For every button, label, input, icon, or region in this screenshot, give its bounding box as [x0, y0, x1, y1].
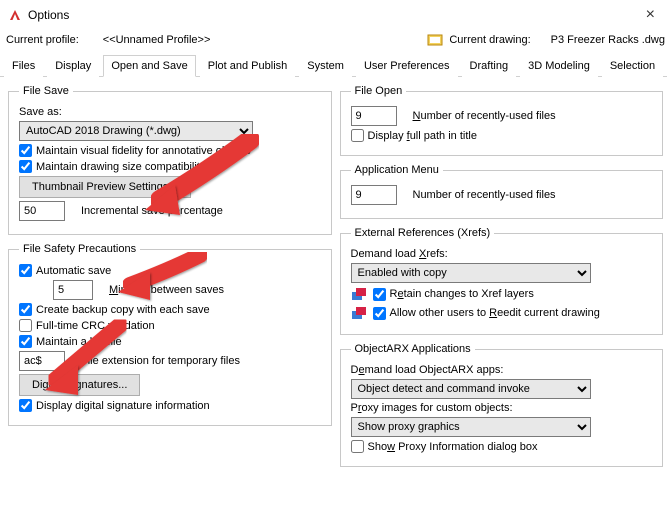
tab-display[interactable]: Display [47, 55, 99, 77]
current-drawing-label: Current drawing: [449, 34, 530, 46]
tab-selection[interactable]: Selection [602, 55, 663, 77]
incremental-save-input[interactable] [19, 201, 65, 221]
display-signature-checkbox[interactable]: Display digital signature information [19, 399, 210, 412]
crc-validation-checkbox[interactable]: Full-time CRC validation [19, 319, 155, 332]
tab-system[interactable]: System [299, 55, 352, 77]
automatic-save-checkbox[interactable]: Automatic save [19, 264, 111, 277]
group-file-save: File Save Save as: AutoCAD 2018 Drawing … [8, 85, 332, 235]
proxy-images-select[interactable]: Show proxy graphics [351, 417, 591, 437]
automatic-save-input[interactable] [19, 264, 32, 277]
crc-validation-input[interactable] [19, 319, 32, 332]
visual-fidelity-checkbox[interactable]: Maintain visual fidelity for annotative … [19, 144, 251, 157]
tab-files[interactable]: Files [4, 55, 43, 77]
save-as-label: Save as: [19, 106, 62, 118]
group-file-safety: File Safety Precautions Automatic save M… [8, 243, 332, 426]
tab-bar: Files Display Open and Save Plot and Pub… [0, 54, 671, 77]
tab-3d-modeling[interactable]: 3D Modeling [520, 55, 598, 77]
window-title: Options [28, 8, 69, 22]
tab-open-and-save[interactable]: Open and Save [103, 55, 195, 77]
tab-drafting[interactable]: Drafting [462, 55, 517, 77]
proxy-images-label: Proxy images for custom objects: [351, 402, 513, 414]
demand-load-xrefs-label: Demand load Xrefs: [351, 248, 448, 260]
legend-xrefs: External References (Xrefs) [351, 227, 495, 239]
demand-load-arx-label: Demand load ObjectARX apps: [351, 364, 504, 376]
minutes-between-saves-label: Minutes between saves [109, 284, 224, 296]
allow-reedit-checkbox[interactable]: Allow other users to Reedit current draw… [373, 307, 600, 320]
temp-file-ext-label: File extension for temporary files [81, 355, 240, 367]
minutes-between-saves-input[interactable] [53, 280, 93, 300]
recent-files-open-label: Number of recently-used files [413, 110, 556, 122]
app-icon [8, 8, 22, 22]
maintain-log-input[interactable] [19, 335, 32, 348]
current-profile-label: Current profile: [6, 34, 79, 46]
tab-user-preferences[interactable]: User Preferences [356, 55, 458, 77]
temp-file-ext-input[interactable] [19, 351, 65, 371]
save-as-select[interactable]: AutoCAD 2018 Drawing (*.dwg) [19, 121, 253, 141]
group-application-menu: Application Menu Number of recently-used… [340, 164, 664, 219]
full-path-title-checkbox[interactable]: Display full path in title [351, 129, 477, 142]
visual-fidelity-input[interactable] [19, 144, 32, 157]
tab-profiles[interactable]: Profiles [667, 55, 671, 77]
group-xrefs: External References (Xrefs) Demand load … [340, 227, 664, 335]
demand-load-xrefs-select[interactable]: Enabled with copy [351, 263, 591, 283]
current-profile-value: <<Unnamed Profile>> [103, 34, 211, 46]
incremental-save-label: Incremental save percentage [81, 205, 223, 217]
xref-reedit-icon [351, 305, 367, 321]
group-file-open: File Open Number of recently-used files … [340, 85, 664, 156]
drawing-size-checkbox[interactable]: Maintain drawing size compatibility [19, 160, 205, 173]
tab-plot-and-publish[interactable]: Plot and Publish [200, 55, 296, 77]
full-path-title-input[interactable] [351, 129, 364, 142]
close-button[interactable]: × [638, 6, 663, 24]
retain-xref-layers-input[interactable] [373, 288, 386, 301]
drawing-icon [427, 32, 443, 48]
legend-file-safety: File Safety Precautions [19, 243, 140, 255]
display-signature-input[interactable] [19, 399, 32, 412]
drawing-size-input[interactable] [19, 160, 32, 173]
recent-files-open-input[interactable] [351, 106, 397, 126]
create-backup-input[interactable] [19, 303, 32, 316]
legend-file-open: File Open [351, 85, 407, 97]
legend-application-menu: Application Menu [351, 164, 443, 176]
current-drawing-value: P3 Freezer Racks .dwg [551, 34, 665, 46]
recent-files-menu-label: Number of recently-used files [413, 189, 556, 201]
digital-signatures-button[interactable]: Digital Signatures... [19, 374, 140, 396]
recent-files-menu-input[interactable] [351, 185, 397, 205]
demand-load-arx-select[interactable]: Object detect and command invoke [351, 379, 591, 399]
maintain-log-checkbox[interactable]: Maintain a log file [19, 335, 122, 348]
retain-xref-layers-checkbox[interactable]: Retain changes to Xref layers [373, 288, 534, 301]
create-backup-checkbox[interactable]: Create backup copy with each save [19, 303, 210, 316]
show-proxy-dialog-input[interactable] [351, 440, 364, 453]
group-objectarx: ObjectARX Applications Demand load Objec… [340, 343, 664, 467]
show-proxy-dialog-checkbox[interactable]: Show Proxy Information dialog box [351, 440, 538, 453]
legend-file-save: File Save [19, 85, 73, 97]
thumbnail-preview-button[interactable]: Thumbnail Preview Settings... [19, 176, 191, 198]
allow-reedit-input[interactable] [373, 307, 386, 320]
xref-layers-icon [351, 286, 367, 302]
legend-objectarx: ObjectARX Applications [351, 343, 475, 355]
